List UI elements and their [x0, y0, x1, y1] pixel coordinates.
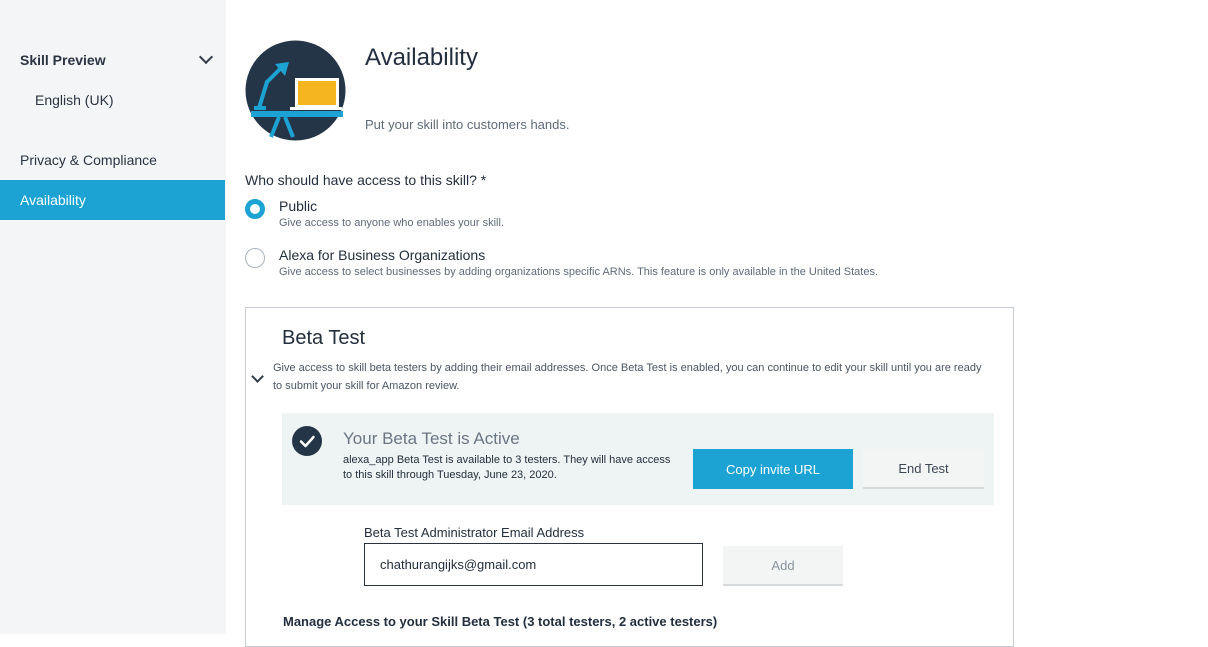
end-test-button[interactable]: End Test: [863, 449, 984, 489]
sidebar-item-label: English (UK): [35, 92, 114, 108]
copy-invite-url-button[interactable]: Copy invite URL: [693, 449, 853, 489]
sidebar-item-availability[interactable]: Availability: [0, 180, 225, 220]
access-question: Who should have access to this skill? *: [245, 172, 487, 188]
sidebar-item-privacy-compliance[interactable]: Privacy & Compliance: [0, 140, 225, 180]
sidebar-item-label: Availability: [20, 192, 86, 208]
sidebar-item-english-uk[interactable]: English (UK): [0, 80, 225, 120]
desk-lamp-laptop-icon: [245, 40, 346, 141]
beta-test-section: Beta Test Give access to skill beta test…: [245, 307, 1014, 647]
page-title: Availability: [365, 44, 478, 71]
sidebar-item-label: Skill Preview: [20, 52, 106, 68]
main-content: Availability Put your skill into custome…: [226, 0, 1208, 647]
page-subtitle: Put your skill into customers hands.: [365, 117, 570, 132]
beta-test-description: Give access to skill beta testers by add…: [273, 362, 982, 392]
beta-status-title: Your Beta Test is Active: [343, 429, 520, 448]
beta-test-title: Beta Test: [282, 327, 366, 349]
alexa-business-radio[interactable]: [245, 248, 265, 268]
manage-access-title: Manage Access to your Skill Beta Test (3…: [283, 614, 718, 629]
sidebar: Skill Preview English (UK) Privacy & Com…: [0, 0, 226, 634]
checkmark-icon: [292, 426, 322, 456]
radio-description: Give access to select businesses by addi…: [279, 266, 879, 278]
chevron-down-icon[interactable]: [251, 370, 264, 383]
beta-status-panel: Your Beta Test is Active alexa_app Beta …: [282, 413, 994, 505]
sidebar-item-label: Privacy & Compliance: [20, 152, 157, 168]
radio-label: Public: [279, 198, 318, 214]
sidebar-item-skill-preview[interactable]: Skill Preview: [0, 40, 225, 80]
add-button[interactable]: Add: [723, 546, 843, 586]
public-radio[interactable]: [245, 199, 265, 219]
radio-label: Alexa for Business Organizations: [279, 247, 486, 263]
radio-description: Give access to anyone who enables your s…: [279, 217, 505, 229]
email-label: Beta Test Administrator Email Address: [364, 525, 585, 540]
chevron-down-icon[interactable]: [198, 49, 214, 65]
admin-email-input[interactable]: [364, 543, 703, 586]
beta-status-description: alexa_app Beta Test is available to 3 te…: [343, 454, 671, 481]
